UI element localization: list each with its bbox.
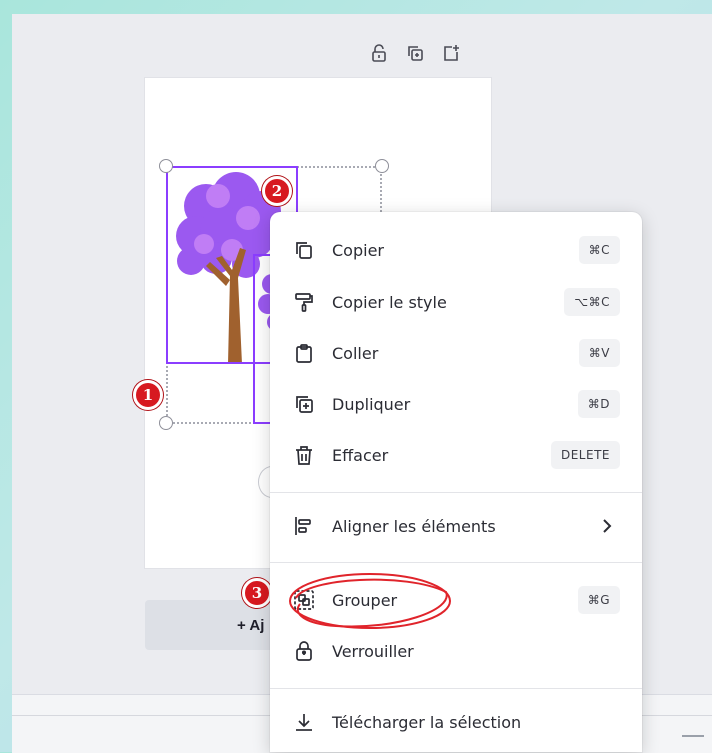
duplicate-page-icon[interactable] — [404, 42, 426, 64]
lock-icon[interactable] — [368, 42, 390, 64]
menu-label: Effacer — [332, 445, 389, 465]
menu-label: Verrouiller — [332, 641, 414, 661]
shortcut-badge: ⌥⌘C — [564, 288, 620, 316]
add-page-icon[interactable] — [440, 42, 462, 64]
shortcut-badge: ⌘C — [578, 236, 620, 264]
copy-icon — [292, 238, 316, 262]
menu-label: Dupliquer — [332, 394, 411, 414]
shortcut-badge: DELETE — [550, 441, 620, 469]
menu-item-telecharger[interactable]: Télécharger la sélection — [270, 702, 642, 742]
menu-label: Coller — [332, 343, 379, 363]
menu-label: Télécharger la sélection — [332, 712, 522, 732]
resize-handle-bottom-left[interactable] — [159, 416, 173, 430]
duplicate-icon — [292, 392, 316, 416]
menu-divider — [270, 688, 642, 689]
menu-item-effacer[interactable]: Effacer DELETE — [270, 435, 642, 475]
annotation-circle — [289, 573, 451, 629]
menu-label: Copier — [332, 240, 384, 260]
shortcut-badge: ⌘D — [577, 390, 620, 418]
menu-item-aligner[interactable]: Aligner les éléments — [270, 506, 642, 546]
annotation-badge-2: 2 — [262, 176, 292, 206]
zoom-slider[interactable] — [682, 735, 704, 737]
menu-label: Copier le style — [332, 292, 447, 312]
trash-icon — [292, 443, 316, 467]
menu-item-coller[interactable]: Coller ⌘V — [270, 333, 642, 373]
resize-handle-top-left[interactable] — [159, 159, 173, 173]
paint-roller-icon — [292, 290, 316, 314]
annotation-badge-3: 3 — [242, 578, 272, 608]
page-toolbar — [368, 42, 462, 64]
resize-handle-top-right[interactable] — [375, 159, 389, 173]
shortcut-badge: ⌘G — [577, 586, 620, 614]
menu-divider — [270, 562, 642, 563]
shortcut-badge: ⌘V — [578, 339, 620, 367]
menu-item-dupliquer[interactable]: Dupliquer ⌘D — [270, 384, 642, 424]
menu-divider — [270, 492, 642, 493]
annotation-badge-1: 1 — [133, 380, 163, 410]
menu-label: Aligner les éléments — [332, 516, 496, 536]
menu-item-verrouiller[interactable]: Verrouiller — [270, 631, 642, 671]
context-menu: Copier ⌘C Copier le style ⌥⌘C Coller ⌘V … — [270, 212, 642, 752]
lock-icon — [292, 639, 316, 663]
chevron-right-icon — [603, 519, 612, 533]
menu-item-copier-le-style[interactable]: Copier le style ⌥⌘C — [270, 282, 642, 322]
download-icon — [292, 710, 316, 734]
align-icon — [292, 514, 316, 538]
menu-item-copier[interactable]: Copier ⌘C — [270, 230, 642, 270]
clipboard-icon — [292, 341, 316, 365]
